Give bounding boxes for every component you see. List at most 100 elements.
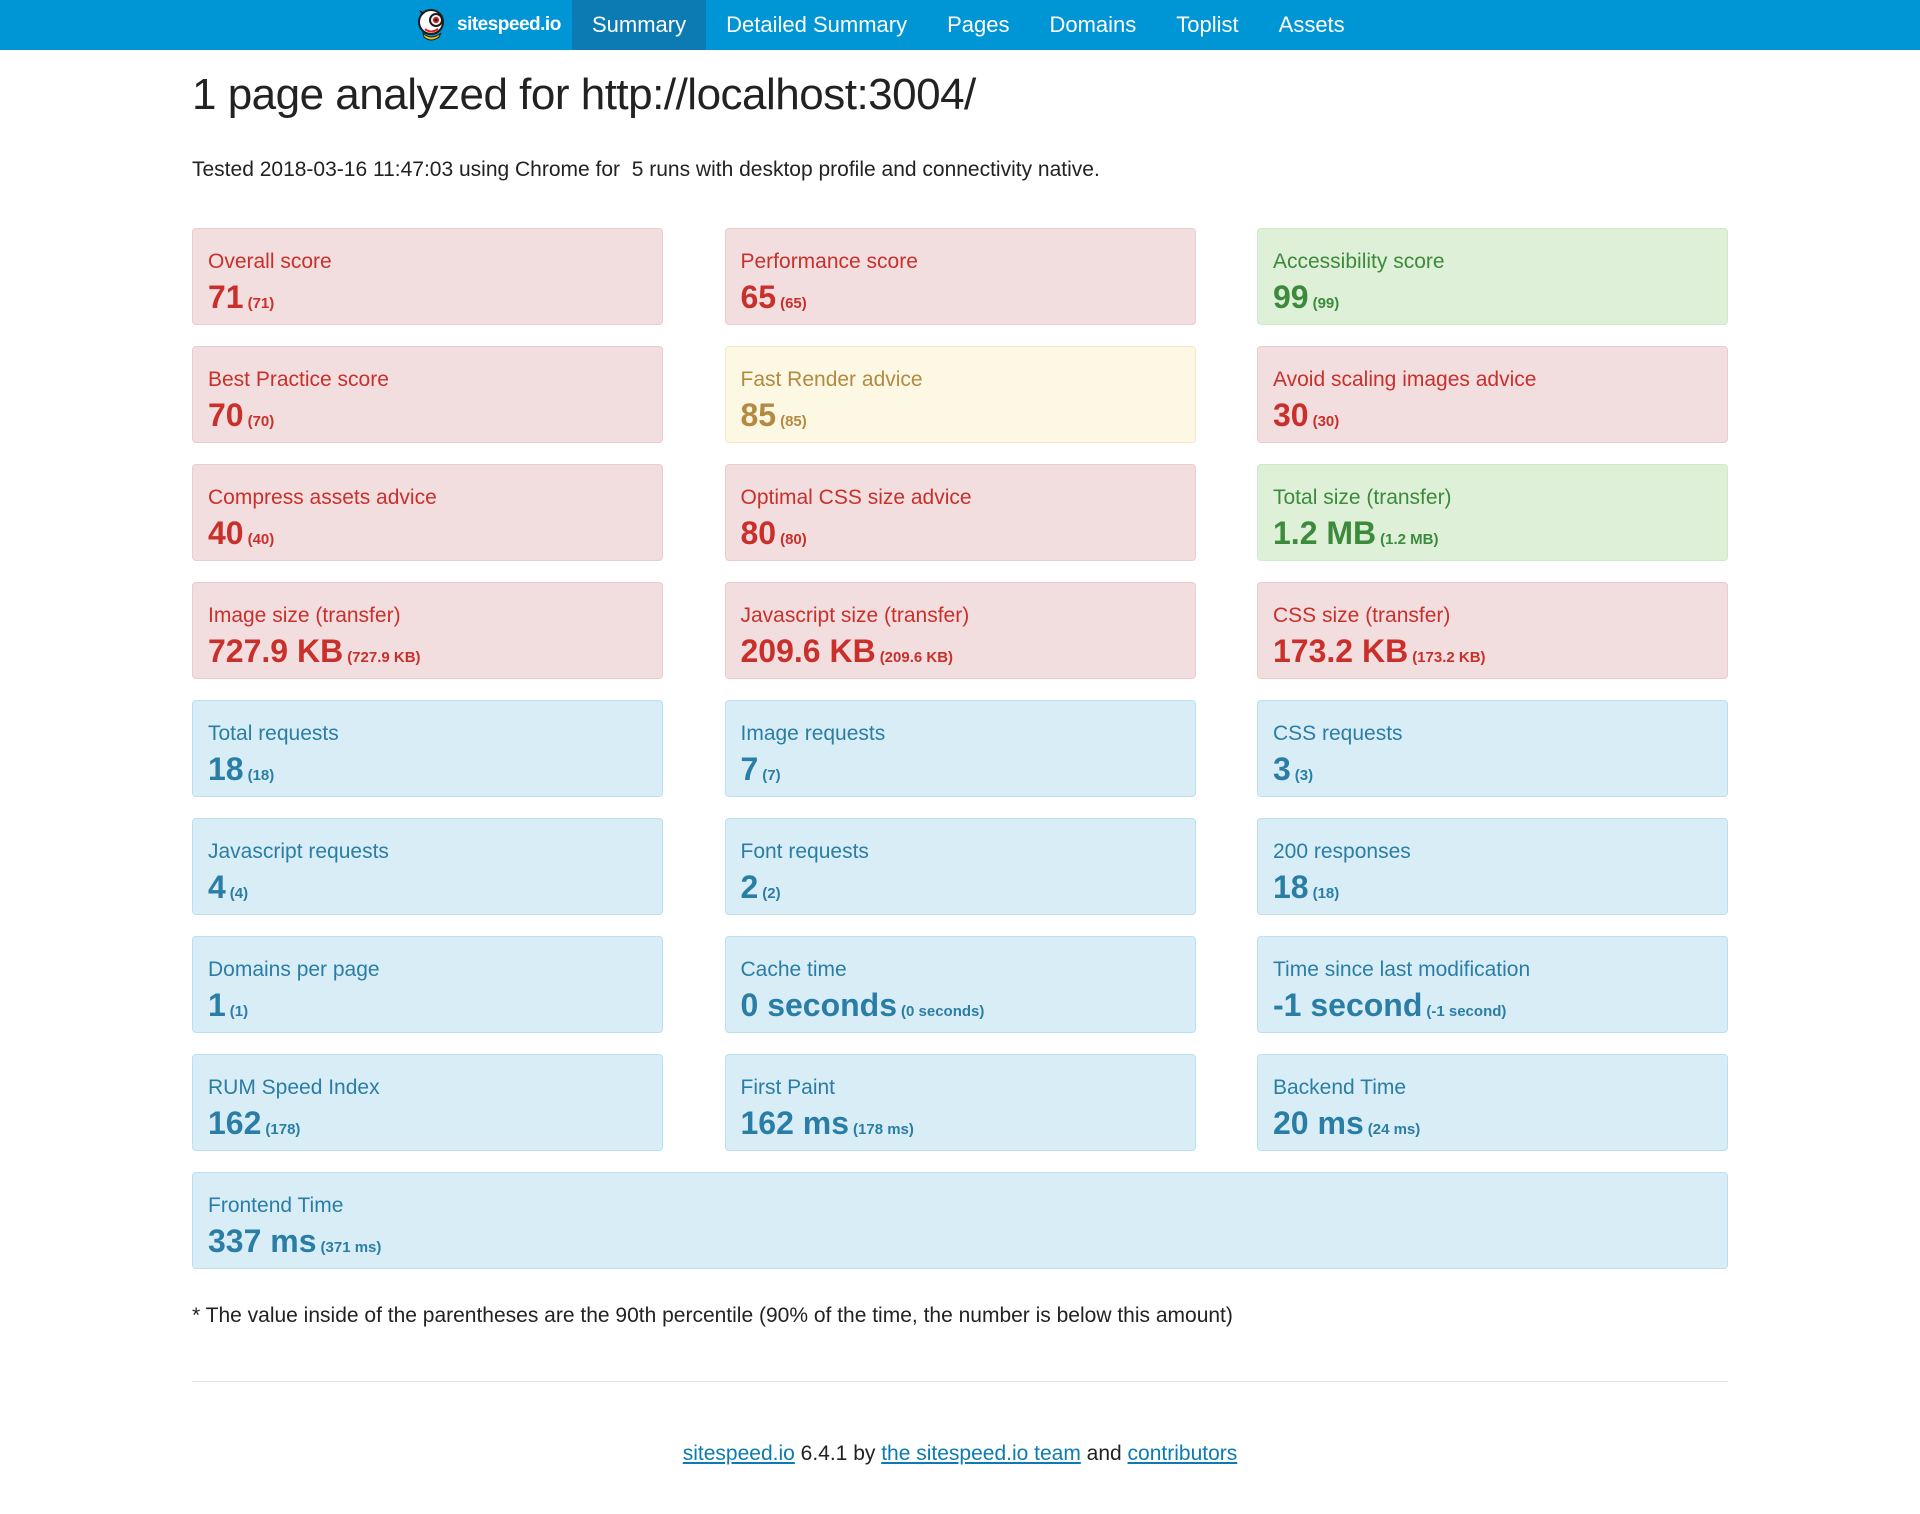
metric-value-line: 80 (80) — [741, 515, 1195, 552]
footer-team-link[interactable]: the sitespeed.io team — [881, 1442, 1081, 1465]
metric-label: CSS size (transfer) — [1273, 604, 1451, 627]
metric-value: 80 — [740, 515, 777, 551]
sitespeed-logo-icon — [418, 9, 444, 41]
top-navbar: sitespeed.io Summary Detailed Summary Pa… — [0, 0, 1920, 50]
metric-card: Frontend Time 337 ms (371 ms) — [192, 1172, 1728, 1269]
metric-value: 40 — [208, 515, 244, 551]
metric-p90-value: (30) — [1312, 413, 1340, 430]
metric-p90-value: (99) — [1312, 295, 1340, 312]
metric-p90-value: (24 ms) — [1367, 1121, 1421, 1138]
nav-item-pages[interactable]: Pages — [927, 0, 1029, 50]
metric-value-line: 18 (18) — [1273, 869, 1727, 906]
metric-label: Optimal CSS size advice — [740, 486, 972, 509]
metric-label: Image size (transfer) — [208, 604, 401, 627]
metric-label: Image requests — [740, 722, 886, 745]
metric-p90-value: (3) — [1294, 767, 1314, 784]
metric-value-line: 70 (70) — [208, 397, 662, 434]
metric-value: 3 — [1273, 751, 1291, 787]
nav-item-domains[interactable]: Domains — [1029, 0, 1156, 50]
footer-contributors-link[interactable]: contributors — [1128, 1442, 1238, 1465]
metric-card: First Paint 162 ms (178 ms) — [724, 1054, 1196, 1151]
brand-link[interactable]: sitespeed.io — [415, 0, 561, 50]
metric-value: 85 — [740, 397, 777, 433]
metric-value-line: -1 second (-1 second) — [1273, 987, 1727, 1024]
metric-card: Time since last modification -1 second (-1… — [1257, 936, 1728, 1033]
metric-value-line: 173.2 KB (173.2 KB) — [1273, 633, 1727, 670]
metric-card: Fast Render advice 85 (85) — [724, 346, 1196, 443]
metric-value: 20 ms — [1273, 1105, 1364, 1141]
metric-value: 65 — [740, 279, 777, 315]
metric-card: Font requests 2 (2) — [724, 818, 1196, 915]
metric-value-line: 209.6 KB (209.6 KB) — [741, 633, 1195, 670]
metric-p90-value: (85) — [780, 413, 807, 430]
metric-value-line: 1.2 MB (1.2 MB) — [1273, 515, 1727, 552]
metric-label: Domains per page — [208, 958, 380, 981]
metric-label: Fast Render advice — [740, 368, 923, 391]
metric-p90-value: (80) — [780, 531, 807, 548]
metric-card: Domains per page 1 (1) — [192, 936, 663, 1033]
metric-p90-value: (1) — [229, 1003, 249, 1020]
metric-label: RUM Speed Index — [208, 1076, 380, 1099]
metric-p90-value: (71) — [247, 295, 275, 312]
metric-value: 173.2 KB — [1273, 633, 1409, 669]
metric-value: 18 — [208, 751, 244, 787]
metric-p90-value: (7) — [762, 767, 781, 784]
nav-item-toplist[interactable]: Toplist — [1156, 0, 1258, 50]
metric-label: Total size (transfer) — [1273, 486, 1452, 509]
metric-value-line: 2 (2) — [741, 869, 1195, 906]
metric-card: Avoid scaling images advice 30 (30) — [1257, 346, 1728, 443]
metric-card: Image requests 7 (7) — [724, 700, 1196, 797]
metric-card: Javascript requests 4 (4) — [192, 818, 663, 915]
metric-p90-value: (18) — [247, 767, 275, 784]
metric-value-line: 30 (30) — [1273, 397, 1727, 434]
metric-p90-value: (40) — [247, 531, 275, 548]
metric-value-line: 7 (7) — [741, 751, 1195, 788]
metric-value: -1 second — [1273, 987, 1423, 1023]
metric-p90-value: (18) — [1312, 885, 1340, 902]
metric-p90-value: (0 seconds) — [901, 1003, 985, 1020]
metric-value-line: 20 ms (24 ms) — [1273, 1105, 1727, 1142]
nav-item-assets[interactable]: Assets — [1259, 0, 1365, 50]
metric-card: Performance score 65 (65) — [724, 228, 1196, 325]
percentile-footnote: * The value inside of the parentheses ar… — [192, 1304, 1233, 1327]
metric-value-line: 162 (178) — [208, 1105, 662, 1142]
metric-value-line: 162 ms (178 ms) — [741, 1105, 1195, 1142]
metric-card: Accessibility score 99 (99) — [1257, 228, 1728, 325]
nav-menu: Summary Detailed Summary Pages Domains T… — [572, 0, 1365, 50]
metric-label: Time since last modification — [1273, 958, 1531, 981]
metric-card: Javascript size (transfer) 209.6 KB (209.6… — [724, 582, 1196, 679]
metric-p90-value: (70) — [247, 413, 275, 430]
footer-sitespeed-link[interactable]: sitespeed.io — [683, 1442, 795, 1465]
metric-value: 99 — [1273, 279, 1309, 315]
metric-value: 71 — [208, 279, 244, 315]
metric-value-line: 40 (40) — [208, 515, 662, 552]
metric-p90-value: (371 ms) — [320, 1239, 382, 1256]
metric-label: Performance score — [740, 250, 918, 273]
metric-value: 1 — [208, 987, 226, 1023]
metric-label: Compress assets advice — [208, 486, 437, 509]
metric-value-line: 4 (4) — [208, 869, 662, 906]
metric-p90-value: (173.2 KB) — [1412, 649, 1486, 666]
metric-value: 4 — [208, 869, 226, 905]
metric-value-line: 727.9 KB (727.9 KB) — [208, 633, 662, 670]
metric-value: 162 ms — [740, 1105, 850, 1141]
metric-label: Avoid scaling images advice — [1273, 368, 1537, 391]
metric-p90-value: (4) — [229, 885, 249, 902]
metric-value: 162 — [208, 1105, 262, 1141]
metric-label: Backend Time — [1273, 1076, 1407, 1099]
metrics-grid: Overall score 71 (71) Performance score 65 (6… — [192, 228, 1728, 1269]
metric-value-line: 1 (1) — [208, 987, 662, 1024]
nav-item-summary[interactable]: Summary — [572, 0, 707, 50]
metric-p90-value: (2) — [762, 885, 781, 902]
metric-p90-value: (65) — [780, 295, 807, 312]
metric-label: First Paint — [740, 1076, 836, 1099]
metric-value: 30 — [1273, 397, 1309, 433]
nav-item-detailed-summary[interactable]: Detailed Summary — [706, 0, 927, 50]
metric-value: 18 — [1273, 869, 1309, 905]
metric-p90-value: (178) — [265, 1121, 301, 1138]
metric-card: Optimal CSS size advice 80 (80) — [724, 464, 1196, 561]
page-title: 1 page analyzed for http://localhost:300… — [192, 70, 976, 119]
metric-value: 209.6 KB — [740, 633, 876, 669]
footer-version: 6.4.1 by — [794, 1442, 882, 1465]
metric-value-line: 18 (18) — [208, 751, 662, 788]
